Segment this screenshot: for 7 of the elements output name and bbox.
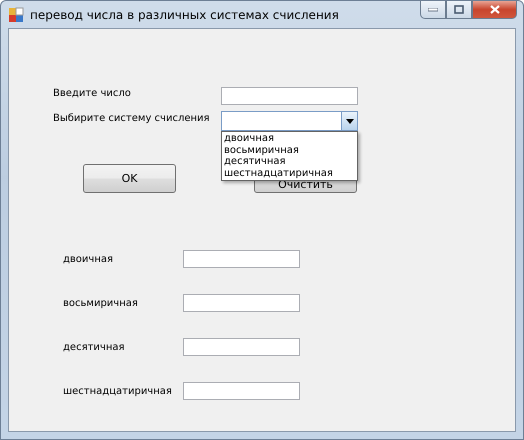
- field-label: Выбирите систему счисления: [53, 112, 211, 124]
- result-label: десятичная: [63, 342, 126, 352]
- field-label: Введите число: [53, 88, 132, 98]
- result-label: шестнадцатиричная: [63, 386, 173, 396]
- window-title: перевод числа в различных системах счисления: [30, 8, 339, 22]
- result-label: восьмиричная: [63, 298, 139, 308]
- result-label: двоичная: [63, 254, 114, 264]
